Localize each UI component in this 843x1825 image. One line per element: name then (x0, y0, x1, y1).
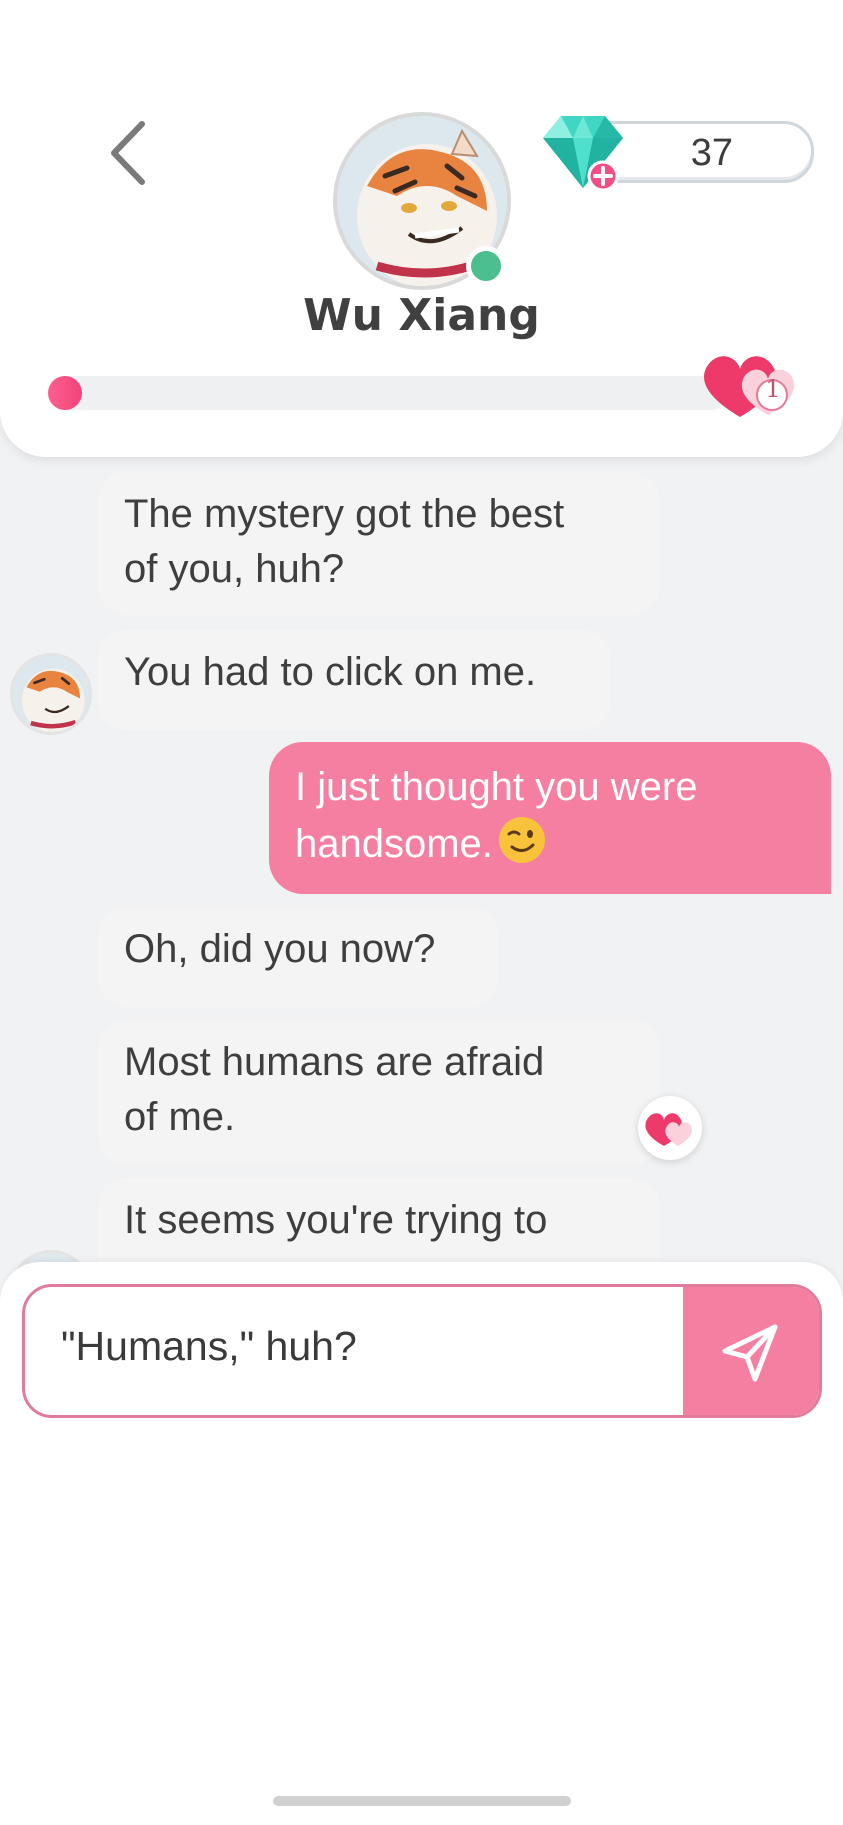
message-line: Most humans are afraid (124, 1040, 545, 1084)
message-input[interactable]: "Humans," huh? (22, 1284, 822, 1418)
message-line: of you, huh? (124, 547, 345, 591)
message-bubble-received: The mystery got the best of you, huh? (98, 472, 660, 615)
message-line: It seems you're trying to (124, 1198, 548, 1242)
add-gems-icon[interactable] (533, 108, 633, 198)
send-icon (722, 1324, 778, 1382)
hearts-level-badge[interactable]: 1 (696, 345, 806, 425)
winking-face-icon (498, 817, 545, 863)
hearts-reaction-icon (645, 1113, 692, 1146)
message-line: I just thought you were (295, 765, 698, 809)
hearts-icon (703, 356, 795, 417)
send-button[interactable] (683, 1287, 819, 1415)
message-bubble-received: Most humans are afraid of me. (98, 1020, 660, 1165)
message-bubble-received: Oh, did you now? (98, 907, 498, 1007)
chat-header: Wu Xiang 37 1 (0, 0, 843, 457)
message-line: Oh, did you now? (124, 927, 436, 971)
message-reaction[interactable] (638, 1096, 702, 1160)
message-line: The mystery got the best (124, 492, 565, 536)
tiger-portrait-icon (13, 656, 89, 732)
composer-panel: "Humans," huh? (0, 1262, 843, 1825)
message-line: You had to click on me. (124, 650, 537, 694)
contact-name: Wu Xiang (303, 290, 540, 341)
online-status-dot (466, 246, 506, 286)
message-avatar[interactable] (10, 653, 92, 735)
message-bubble-received: You had to click on me. (98, 630, 610, 730)
message-line: of me. (124, 1095, 236, 1139)
affection-progress-fill (48, 376, 82, 410)
affection-progress-bar (48, 376, 728, 410)
home-indicator[interactable] (273, 1796, 571, 1806)
message-input-text[interactable]: "Humans," huh? (61, 1323, 357, 1370)
back-chevron-icon[interactable] (104, 118, 154, 188)
contact-avatar[interactable] (333, 112, 511, 290)
message-bubble-sent: I just thought you were handsome. (269, 742, 831, 894)
message-line: handsome. (295, 822, 493, 866)
hearts-level-number: 1 (765, 375, 781, 403)
